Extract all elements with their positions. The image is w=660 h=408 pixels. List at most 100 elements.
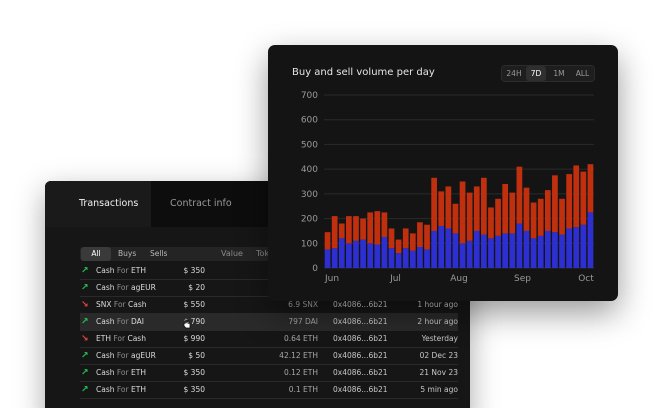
sell-volume-bar [324, 232, 331, 250]
app-stage: Transactions Contract info Ana All Buys … [0, 0, 660, 408]
wallet-address-link[interactable]: 0x4086...6b21 [333, 382, 388, 398]
wallet-address-link[interactable]: 0x4086...6b21 [333, 348, 388, 364]
filter-sells-button[interactable]: Sells [150, 247, 167, 261]
wallet-address-link[interactable]: 0x4086...6b21 [333, 314, 388, 330]
transaction-row[interactable]: ↘ ETH For Cash $ 990 0.64 ETH 0x4086...6b21 Y… [80, 331, 458, 348]
sell-volume-bar [473, 186, 480, 231]
to-asset: ETH [131, 266, 146, 275]
sell-volume-bar [488, 207, 494, 239]
sell-volume-bar [395, 239, 402, 254]
y-tick-label: 400 [301, 165, 318, 175]
y-tick-label: 600 [301, 116, 318, 126]
tab-contract-info[interactable]: Contract info [151, 181, 251, 227]
buy-arrow-icon: ↗ [81, 351, 89, 361]
transaction-value: $ 350 [183, 368, 205, 377]
transaction-value: $ 20 [188, 283, 205, 292]
buy-volume-bar [573, 227, 580, 268]
from-asset: Cash [96, 368, 117, 377]
sell-volume-bar [402, 228, 409, 249]
sell-volume-bar [346, 216, 352, 244]
buy-volume-bar [509, 233, 516, 268]
sell-volume-bar [530, 202, 537, 239]
from-asset: Cash [96, 266, 117, 275]
x-tick-label: Sep [514, 274, 531, 284]
to-asset: ETH [131, 385, 146, 394]
sell-volume-bar [537, 198, 544, 236]
for-label: For [116, 368, 131, 377]
transaction-description: Cash For ETH [96, 263, 146, 279]
column-header-value: Value [221, 249, 243, 258]
transaction-row[interactable]: ↗ Cash For agEUR $ 50 42.12 ETH 0x4086...6b2… [80, 348, 458, 365]
buy-volume-bar [559, 234, 565, 268]
transaction-value: $ 990 [183, 334, 205, 343]
buy-volume-bar [374, 244, 381, 268]
transaction-row[interactable]: ↗ Cash For DAI $ 790 797 DAI 0x4086...6b21 2 … [80, 314, 458, 331]
buy-volume-bar [516, 223, 523, 268]
transaction-description: Cash For agEUR [96, 280, 156, 296]
token-amount: 0.64 ETH [283, 334, 318, 343]
for-label: For [116, 385, 131, 394]
filter-buys-button[interactable]: Buys [118, 247, 136, 261]
buy-volume-bar [360, 239, 366, 268]
x-tick-label: Jun [324, 274, 339, 284]
to-asset: Cash [128, 300, 147, 309]
buy-volume-bar [324, 249, 331, 268]
buy-volume-bar [431, 230, 437, 268]
buy-volume-bar [395, 253, 402, 268]
transaction-row[interactable]: ↗ Cash For ETH $ 350 0.12 ETH 0x4086...6b21 2… [80, 365, 458, 382]
sell-volume-bar [559, 198, 565, 235]
sell-volume-bar [516, 166, 523, 224]
tab-transactions[interactable]: Transactions [45, 181, 151, 227]
buy-volume-bar [530, 238, 537, 268]
transaction-description: Cash For agEUR [96, 348, 156, 364]
sell-arrow-icon: ↘ [81, 334, 89, 344]
transaction-time: 5 min ago [420, 385, 458, 394]
sell-volume-bar [452, 203, 459, 234]
sell-volume-bar [424, 224, 430, 250]
transaction-description: ETH For Cash [96, 331, 146, 347]
transaction-value: $ 50 [188, 351, 205, 360]
buy-volume-bar [338, 238, 345, 268]
volume-chart-panel: Buy and sell volume per day 24H 7D 1M AL… [268, 45, 618, 301]
buy-volume-bar [346, 243, 352, 268]
transaction-time: 2 hour ago [417, 317, 458, 326]
sell-volume-bar [502, 183, 509, 234]
y-tick-label: 700 [301, 91, 318, 101]
sell-volume-bar [409, 233, 416, 251]
from-asset: SNX [96, 300, 114, 309]
buy-arrow-icon: ↗ [81, 385, 89, 395]
y-tick-label: 0 [312, 264, 318, 274]
sell-volume-bar [367, 212, 374, 244]
sell-volume-bar [381, 212, 388, 238]
buy-volume-bar [452, 233, 459, 268]
to-asset: ETH [131, 368, 146, 377]
sell-volume-bar [459, 181, 466, 244]
buy-volume-bar [580, 224, 587, 268]
sell-volume-bar [388, 228, 395, 249]
buy-arrow-icon: ↗ [81, 368, 89, 378]
buy-volume-bar [388, 248, 395, 268]
buy-volume-bar [495, 235, 501, 268]
for-label: For [113, 334, 128, 343]
buy-volume-bar [402, 248, 409, 268]
wallet-address-link[interactable]: 0x4086...6b21 [333, 365, 388, 381]
to-asset: Cash [127, 334, 146, 343]
filter-all-button[interactable]: All [81, 247, 111, 261]
sell-volume-bar [338, 223, 345, 239]
transaction-description: Cash For ETH [96, 382, 146, 398]
buy-arrow-icon: ↗ [81, 266, 89, 276]
buy-arrow-icon: ↗ [81, 283, 89, 293]
wallet-address-link[interactable]: 0x4086...6b21 [333, 331, 388, 347]
from-asset: Cash [96, 385, 117, 394]
transaction-description: Cash For DAI [96, 314, 144, 330]
from-asset: Cash [96, 351, 117, 360]
buy-volume-bar [488, 238, 494, 268]
sell-volume-bar [509, 192, 516, 234]
transaction-row[interactable]: ↗ Cash For ETH $ 350 0.1 ETH 0x4086...6b21 5 … [80, 382, 458, 399]
from-asset: ETH [96, 334, 114, 343]
to-asset: agEUR [131, 351, 156, 360]
sell-volume-bar [417, 222, 423, 247]
buy-volume-bar [566, 228, 572, 268]
token-amount: 0.1 ETH [288, 385, 318, 394]
for-label: For [116, 283, 131, 292]
